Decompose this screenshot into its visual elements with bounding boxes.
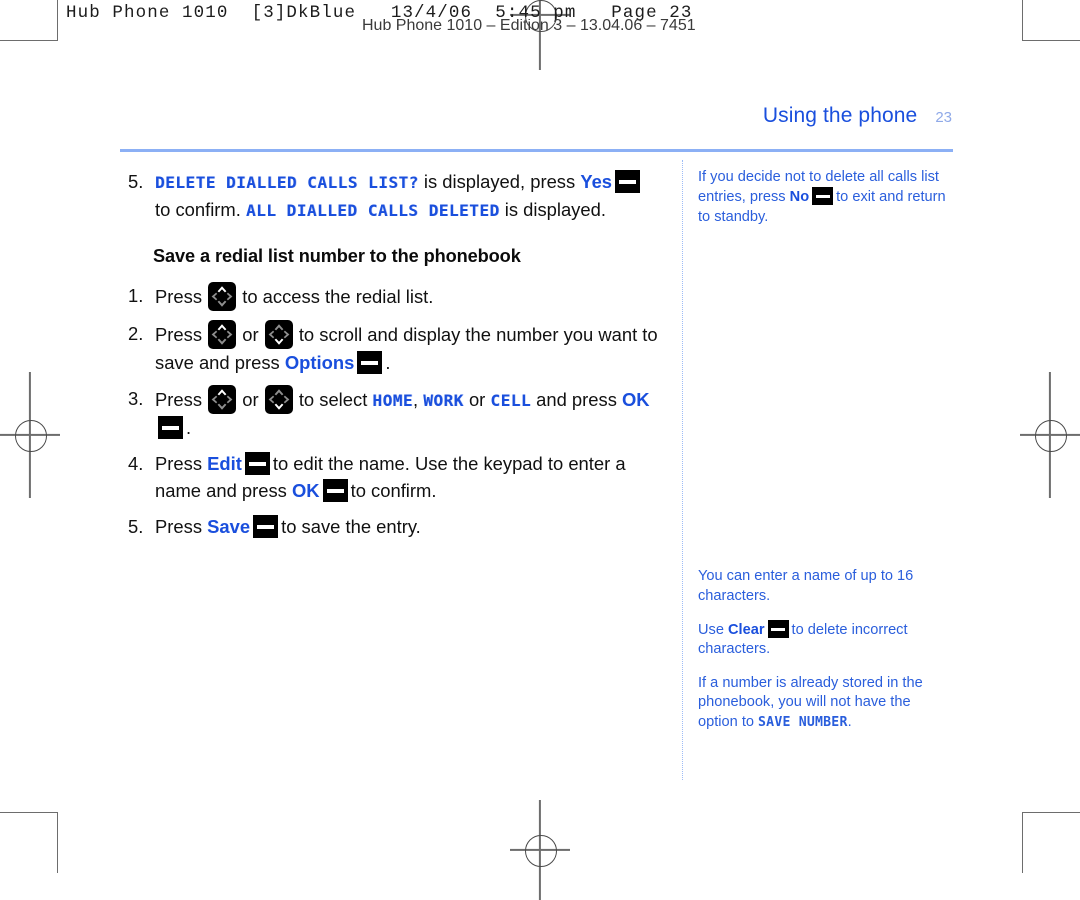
sidebar-note-already-stored: If a number is already stored in the pho…: [698, 674, 950, 732]
lcd-text-home: HOME: [372, 391, 414, 410]
softkey-icon[interactable]: [322, 479, 348, 502]
step-text-fragment: to save the entry.: [281, 516, 421, 537]
crop-mark-top-left: [0, 0, 58, 41]
sidebar-note-clear-characters: Use Clear to delete incorrect characters.: [698, 620, 950, 660]
step-number: 5.: [128, 516, 144, 537]
registration-mark-right: [1020, 372, 1080, 498]
step-text-fragment: is displayed.: [499, 199, 606, 220]
softkey-label-no: No: [789, 189, 810, 206]
softkey-label-ok: OK: [622, 389, 650, 410]
step-item-delete-confirm: 5. DELETE DIALLED CALLS LIST? is display…: [128, 168, 673, 224]
softkey-icon[interactable]: [767, 620, 789, 639]
softkey-icon[interactable]: [357, 351, 383, 374]
step-number: 5.: [128, 171, 144, 192]
navigation-key-down-icon[interactable]: [264, 385, 293, 414]
sidebar-note-cancel-delete: If you decide not to delete all calls li…: [698, 168, 950, 227]
navigation-key-up-icon[interactable]: [208, 385, 237, 414]
page-title: Using the phone: [762, 104, 918, 127]
note-text-fragment: You can enter a name of up to 16 charact…: [698, 568, 914, 604]
step-text-fragment: or: [237, 324, 264, 345]
step-text-fragment: Press: [155, 516, 208, 537]
step-text-fragment: and press: [531, 389, 622, 410]
section-heading: Save a redial list number to the phonebo…: [153, 246, 521, 266]
softkey-icon[interactable]: [812, 187, 834, 206]
sidebar-notes-column: If you decide not to delete all calls li…: [698, 168, 950, 746]
softkey-label-yes: Yes: [580, 171, 613, 192]
lcd-text-save-number: SAVE NUMBER: [758, 714, 848, 730]
step-text-fragment: Press: [155, 389, 208, 410]
step-text-fragment: Press: [155, 453, 208, 474]
sidebar-note-name-length: You can enter a name of up to 16 charact…: [698, 567, 950, 606]
registration-ring: [1035, 420, 1067, 452]
note-text-fragment: Use: [698, 622, 729, 639]
softkey-label-save: Save: [207, 516, 251, 537]
main-content-column: 5. DELETE DIALLED CALLS LIST? is display…: [128, 168, 673, 549]
step-text: DELETE DIALLED CALLS LIST? is displayed,…: [155, 168, 673, 224]
step-number: 1.: [128, 285, 144, 306]
step-text-fragment: or: [463, 389, 491, 410]
step-text-fragment: or: [237, 389, 264, 410]
registration-ring: [525, 835, 557, 867]
note-text-fragment: .: [847, 713, 852, 730]
navigation-key-icon[interactable]: [208, 282, 237, 311]
softkey-icon[interactable]: [253, 515, 279, 538]
step-text: Press Edit to edit the name. Use the keyp…: [155, 450, 673, 504]
step-text-fragment: to access the redial list.: [237, 286, 434, 307]
crop-mark-top-right: [1022, 0, 1080, 41]
navigation-key-up-icon[interactable]: [208, 320, 237, 349]
step-item-edit-name: 4. Press Edit to edit the name. Use the k…: [128, 450, 673, 504]
lcd-text-work: WORK: [423, 391, 464, 410]
softkey-icon[interactable]: [244, 452, 270, 475]
header-rule: [120, 149, 953, 152]
lcd-text-delete-dialled-calls-list: DELETE DIALLED CALLS LIST?: [155, 173, 419, 192]
step-text-fragment: Press: [155, 286, 208, 307]
registration-ring: [15, 420, 47, 452]
step-text-fragment: .: [385, 352, 391, 373]
step-number: 3.: [128, 388, 144, 409]
page-header: Using the phone 23: [763, 104, 952, 128]
lcd-text-all-dialled-calls-deleted: ALL DIALLED CALLS DELETED: [245, 201, 500, 220]
step-item-save-entry: 5. Press Save to save the entry.: [128, 513, 673, 540]
softkey-label-edit: Edit: [207, 453, 242, 474]
softkey-label-ok: OK: [292, 480, 320, 501]
step-item-scroll-to-number: 2. Press or to scroll and display the nu…: [128, 320, 673, 376]
step-text-fragment: to confirm.: [350, 480, 437, 501]
step-text: Press or to select HOME, WORK or CELL an…: [155, 385, 673, 441]
step-text-fragment: .: [186, 417, 192, 438]
step-text: Press Save to save the entry.: [155, 513, 673, 540]
step-text-fragment: Press: [155, 324, 208, 345]
navigation-key-down-icon[interactable]: [264, 320, 293, 349]
softkey-icon[interactable]: [158, 416, 183, 439]
step-item-select-category: 3. Press or to select HOME, WORK or CELL…: [128, 385, 673, 441]
softkey-icon[interactable]: [615, 170, 641, 193]
step-text-fragment: ,: [413, 389, 424, 410]
column-divider: [682, 160, 683, 780]
step-item-access-redial-list: 1. Press to access the redial list.: [128, 282, 673, 311]
softkey-label-clear: Clear: [728, 622, 765, 639]
lcd-text-cell: CELL: [490, 391, 532, 410]
step-text-fragment: to select: [293, 389, 373, 410]
step-text-fragment: to confirm.: [155, 199, 246, 220]
page-number: 23: [935, 109, 952, 126]
step-text: Press to access the redial list.: [155, 282, 673, 311]
crop-mark-bottom-left: [0, 812, 58, 873]
step-text-fragment: is displayed, press: [418, 171, 581, 192]
step-number: 2.: [128, 323, 144, 344]
softkey-label-options: Options: [284, 352, 355, 373]
registration-mark-left: [0, 372, 60, 498]
step-text: Press or to scroll and display the numbe…: [155, 320, 673, 376]
step-number: 4.: [128, 453, 144, 474]
edition-footer-text: Hub Phone 1010 – Edition 3 – 13.04.06 – …: [362, 19, 696, 34]
registration-mark-bottom: [510, 800, 570, 900]
crop-mark-bottom-right: [1022, 812, 1080, 873]
